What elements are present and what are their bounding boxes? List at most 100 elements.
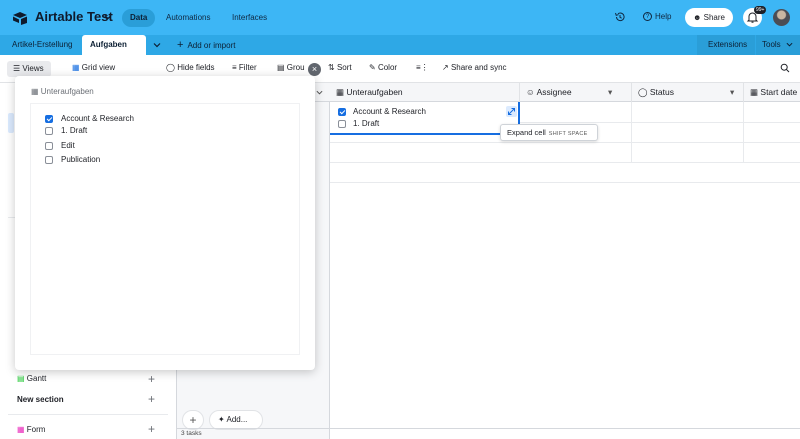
grid-view-button[interactable]: ▦ Grid view [72, 63, 115, 72]
add-form-plus-icon[interactable]: + [148, 422, 155, 436]
top-bar [0, 0, 800, 35]
airtable-logo-icon[interactable] [12, 11, 28, 25]
cell-checkbox[interactable] [338, 120, 346, 128]
tab-aufgaben-label: Aufgaben [90, 40, 127, 49]
sidebar-item-label: Form [26, 425, 46, 434]
share-sync-button[interactable]: ↗ Share and sync [442, 63, 507, 72]
add-gantt-plus-icon[interactable]: + [148, 372, 155, 386]
cell-item-label: 1. Draft [353, 119, 380, 128]
tools-label: Tools [762, 40, 781, 49]
group-icon: ▤ [277, 63, 287, 72]
column-label: Unteraufgaben [346, 87, 403, 97]
help-label: Help [655, 12, 672, 21]
help-button[interactable]: ? Help [643, 12, 672, 22]
column-divider [631, 102, 632, 162]
option-label[interactable]: 1. Draft [61, 126, 87, 135]
row-height-icon[interactable]: ≡⋮ [416, 63, 429, 72]
option-checkbox[interactable] [45, 127, 53, 135]
share-label: Share [703, 13, 725, 22]
checklist-field-icon: ▦ [31, 87, 41, 96]
user-field-icon: ☺ [526, 87, 535, 97]
hide-fields-button[interactable]: ◯ Hide fields [166, 63, 215, 72]
plus-icon: + [177, 39, 184, 51]
chevron-down-icon[interactable] [316, 89, 323, 96]
filter-label: Filter [238, 63, 257, 72]
column-divider [743, 102, 744, 162]
history-icon[interactable] [614, 11, 626, 23]
extensions-button[interactable]: Extensions [697, 35, 755, 55]
sidebar-item-gantt[interactable]: ▤ Gantt [17, 374, 46, 383]
share-sync-label: Share and sync [450, 63, 507, 72]
popover-title-label: Unteraufgaben [40, 87, 94, 96]
row-divider [330, 142, 800, 143]
nav-interfaces-tab[interactable]: Interfaces [224, 9, 275, 27]
tab-aufgaben[interactable]: Aufgaben [82, 35, 146, 67]
add-import-label: Add or import [187, 41, 236, 50]
option-checkbox[interactable] [45, 156, 53, 164]
option-checkbox[interactable] [45, 142, 53, 150]
row-divider [520, 122, 800, 123]
column-header-assignee[interactable]: ☺ Assignee ▾ [520, 83, 632, 102]
column-label: Assignee [536, 87, 572, 97]
group-label: Grou [286, 63, 305, 72]
group-button[interactable]: ▤ Grou [277, 63, 305, 72]
record-count: 3 tasks [181, 430, 202, 437]
share-button[interactable]: ☻ Share [685, 8, 733, 27]
option-label[interactable]: Edit [61, 141, 75, 150]
sort-label: Sort [336, 63, 352, 72]
add-record-button[interactable]: + [182, 410, 204, 430]
sidebar-new-section[interactable]: New section [17, 395, 64, 404]
sidebar-item-form[interactable]: ▦ Form [17, 425, 45, 434]
views-button[interactable]: ☰ Views [7, 61, 51, 77]
sidebar-divider [8, 414, 168, 415]
calendar-icon: ▦ [750, 87, 759, 97]
cell-checkbox[interactable] [338, 108, 346, 116]
option-checkbox[interactable] [45, 115, 53, 123]
tab-artikel-erstellung[interactable]: Artikel-Erstellung [4, 35, 80, 55]
tooltip-shortcut: SHIFT SPACE [548, 131, 588, 137]
color-label: Color [377, 63, 398, 72]
add-section-plus-icon[interactable]: + [148, 392, 155, 406]
color-icon: ✎ [369, 63, 378, 72]
sort-button[interactable]: ⇅ Sort [328, 63, 352, 72]
column-header-start-date[interactable]: ▦ Start date [744, 83, 800, 102]
filter-button[interactable]: ≡ Filter [232, 63, 257, 72]
nav-automations-tab[interactable]: Automations [158, 9, 218, 27]
tooltip-text: Expand cell [507, 128, 546, 137]
tables-menu-chevron-icon[interactable] [152, 40, 162, 50]
chevron-down-icon: ▾ [730, 87, 735, 97]
tools-button[interactable]: Tools [756, 35, 800, 55]
nav-data-tab[interactable]: Data [122, 9, 156, 27]
option-label[interactable]: Publication [61, 155, 100, 164]
gantt-icon: ▤ [17, 374, 25, 383]
bell-icon: ▾ [608, 87, 613, 97]
selected-view-indicator [8, 113, 14, 133]
sidebar-item-label: Gantt [26, 374, 47, 383]
hide-fields-label: Hide fields [177, 63, 215, 72]
expand-cell-tooltip: Expand cell SHIFT SPACE [500, 124, 598, 141]
close-popover-icon[interactable]: × [308, 63, 321, 76]
search-icon[interactable] [780, 63, 790, 73]
color-button[interactable]: ✎ Color [369, 63, 397, 72]
add-more-button[interactable]: ✦ Add... [209, 410, 263, 430]
menu-icon: ☰ [13, 64, 23, 73]
filter-icon: ≡ [232, 63, 239, 72]
row-divider [330, 162, 800, 163]
share-people-icon: ☻ [692, 13, 702, 22]
status-field-icon: ◯ [638, 87, 648, 97]
grid-icon: ▦ [72, 63, 82, 72]
column-header-status[interactable]: ◯ Status ▾ [632, 83, 744, 102]
chevron-down-icon[interactable] [104, 13, 112, 21]
base-title[interactable]: Airtable Test [35, 9, 113, 24]
notification-badge: 99+ [754, 6, 767, 14]
add-more-label: Add... [226, 415, 248, 424]
column-header-unteraufgaben[interactable]: ▦ Unteraufgaben [330, 83, 520, 102]
chevron-down-icon [786, 43, 793, 47]
column-label: Start date [760, 87, 798, 97]
share-sync-icon: ↗ [442, 63, 451, 72]
option-label[interactable]: Account & Research [61, 114, 134, 123]
expand-icon[interactable] [506, 106, 517, 117]
row-divider [330, 182, 800, 183]
user-avatar[interactable] [773, 9, 790, 26]
add-or-import-button[interactable]: + Add or import [177, 35, 235, 56]
